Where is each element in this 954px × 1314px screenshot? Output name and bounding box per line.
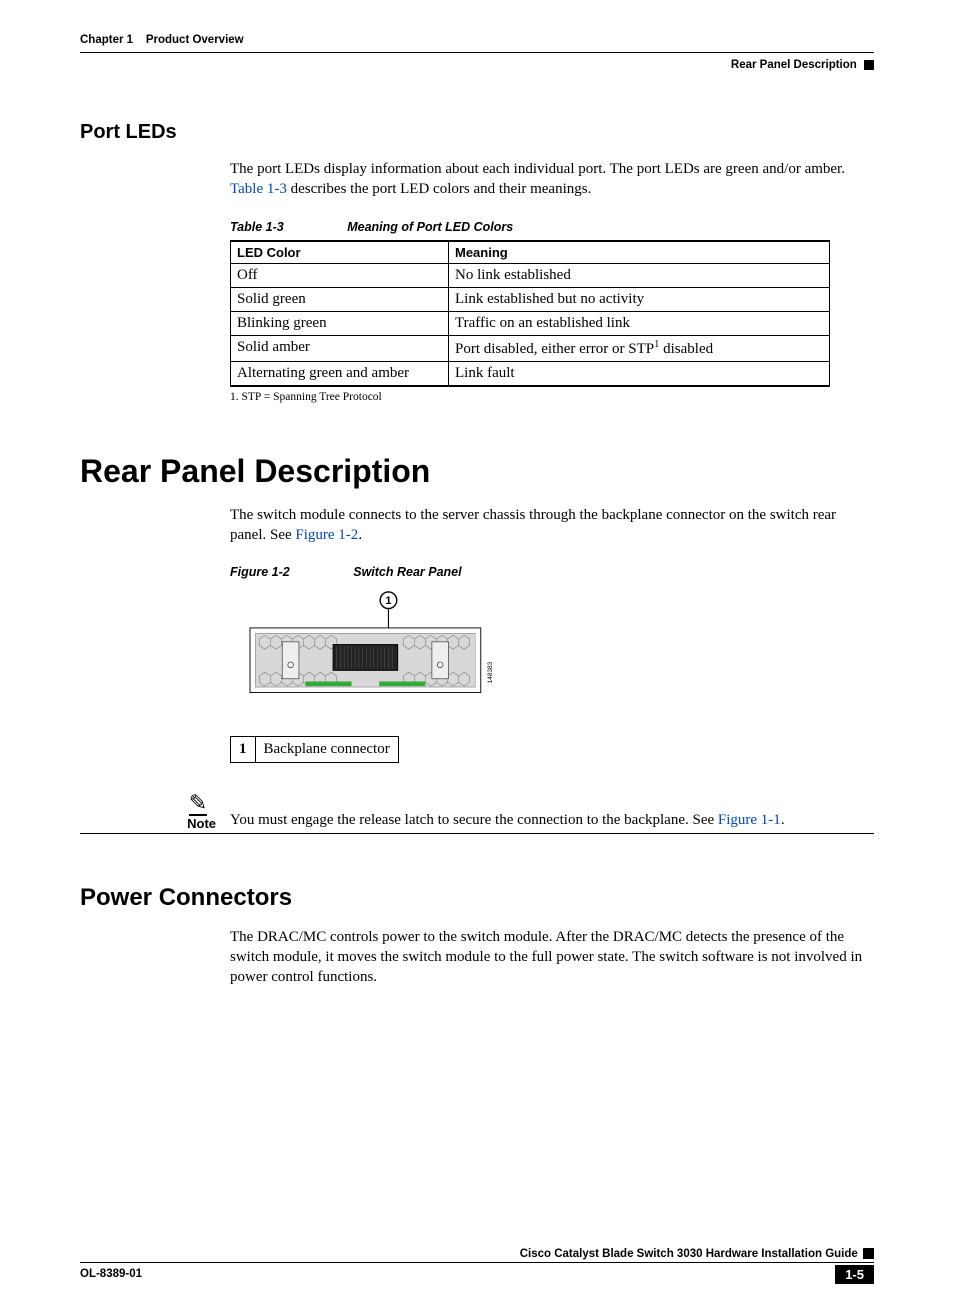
note-label: Note	[80, 816, 216, 831]
header-marker-icon	[864, 60, 874, 70]
figure-id-label: 148383	[487, 661, 494, 683]
th-meaning: Meaning	[449, 241, 830, 264]
callout-1-marker: 1	[385, 595, 391, 607]
table-row: Solid green Link established but no acti…	[231, 287, 830, 311]
footer-doc-id: OL-8389-01	[80, 1268, 142, 1280]
header-section-label: Rear Panel Description	[80, 59, 874, 71]
table-port-led-colors: LED Color Meaning Off No link establishe…	[230, 240, 830, 387]
heading-port-leds: Port LEDs	[80, 121, 874, 144]
callout-number: 1	[231, 737, 256, 763]
footer-marker-icon	[863, 1248, 874, 1259]
link-table-1-3[interactable]: Table 1-3	[230, 181, 287, 197]
table-footnote: 1. STP = Spanning Tree Protocol	[230, 391, 874, 403]
note-block: ✎ Note You must engage the release latch…	[80, 793, 874, 834]
heading-power-connectors: Power Connectors	[80, 884, 874, 912]
port-leds-paragraph: The port LEDs display information about …	[230, 159, 874, 200]
link-figure-1-2[interactable]: Figure 1-2	[295, 527, 358, 543]
pencil-icon: ✎	[180, 793, 216, 816]
footer-guide-title: Cisco Catalyst Blade Switch 3030 Hardwar…	[520, 1248, 858, 1260]
page-footer: Cisco Catalyst Blade Switch 3030 Hardwar…	[80, 1248, 874, 1284]
footer-page-number: 1-5	[835, 1265, 874, 1284]
table-row: Off No link established	[231, 263, 830, 287]
chapter-number: Chapter 1	[80, 34, 133, 46]
table-row: Solid amber Port disabled, either error …	[231, 335, 830, 361]
figure-switch-rear-panel: 1	[230, 591, 874, 716]
power-connectors-paragraph: The DRAC/MC controls power to the switch…	[230, 927, 874, 988]
figure-1-2-caption: Figure 1-2 Switch Rear Panel	[230, 565, 874, 579]
heading-rear-panel-description: Rear Panel Description	[80, 453, 874, 490]
figure-callout-table: 1 Backplane connector	[230, 736, 399, 763]
link-figure-1-1[interactable]: Figure 1-1	[718, 812, 781, 828]
rear-panel-diagram: 1	[230, 591, 510, 711]
table-1-3-caption: Table 1-3 Meaning of Port LED Colors	[230, 220, 874, 234]
table-row: Blinking green Traffic on an established…	[231, 311, 830, 335]
note-text: You must engage the release latch to sec…	[230, 812, 874, 831]
rear-panel-paragraph: The switch module connects to the server…	[230, 505, 874, 546]
callout-text: Backplane connector	[255, 737, 398, 763]
table-row: Alternating green and amber Link fault	[231, 361, 830, 386]
th-led-color: LED Color	[231, 241, 449, 264]
page-header: Chapter 1 Product Overview	[80, 30, 874, 53]
chapter-title: Product Overview	[146, 34, 244, 46]
